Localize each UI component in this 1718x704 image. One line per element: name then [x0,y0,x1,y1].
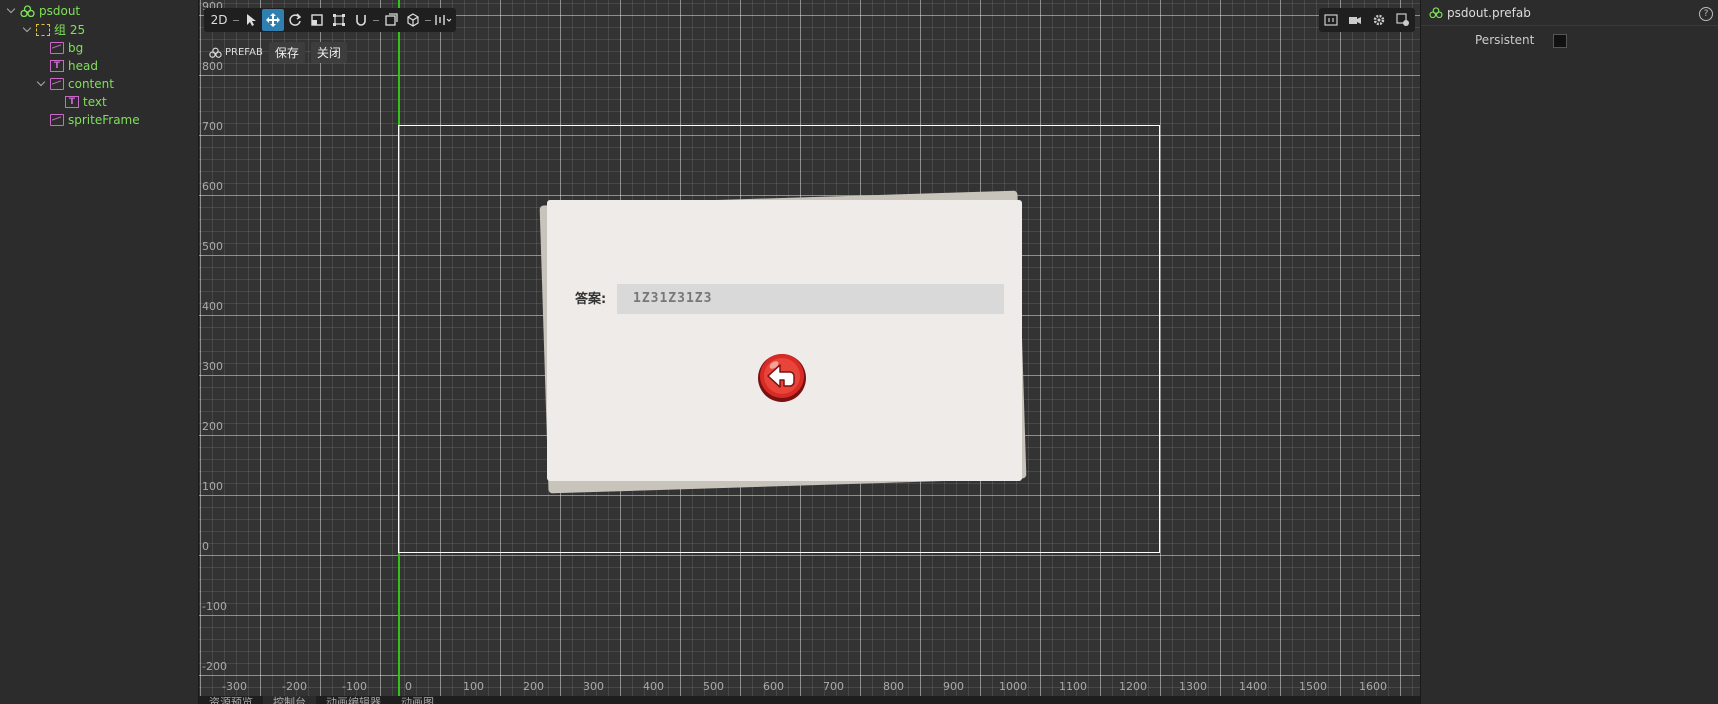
tab-animation-editor[interactable]: 动画编辑器 [316,696,391,704]
prefab-icon [1429,7,1443,18]
align-icon[interactable] [432,9,454,31]
toolbar-divider [373,19,379,21]
answer-field: 1Z31Z31Z3 [617,284,1004,314]
tree-node-label: bg [68,41,84,55]
y-tick-label: 0 [202,540,209,553]
inspector-title: psdout.prefab [1447,5,1531,20]
hierarchy-panel: psdout 组 25 bg head content text spriteF… [0,0,199,704]
y-tick-label: 500 [202,240,223,253]
tree-node-label: text [83,95,107,109]
scene-toolbar: 2D [204,8,456,32]
x-tick-label: 0 [405,680,412,693]
tree-node-label: head [68,59,98,73]
x-tick-label: 500 [703,680,724,693]
persistent-label: Persistent [1475,33,1535,47]
x-tick-label: 200 [523,680,544,693]
x-tick-label: 1200 [1119,680,1147,693]
x-tick-label: 800 [883,680,904,693]
tree-node-label: 组 25 [54,23,86,37]
scene-view[interactable]: 900 800 700 600 500 400 300 200 100 0 -1… [199,0,1420,696]
x-tick-label: 700 [823,680,844,693]
tree-node-label: psdout [39,4,81,18]
sprite-icon [50,114,64,126]
x-tick-label: 1500 [1299,680,1327,693]
answer-label: 答案: [575,292,607,307]
tree-node-group[interactable]: 组 25 [22,21,85,39]
x-tick-label: 600 [763,680,784,693]
scale-tool-icon[interactable] [306,9,328,31]
x-tick-label: 100 [463,680,484,693]
x-tick-label: 1100 [1059,680,1087,693]
close-button[interactable]: 关闭 [310,42,347,63]
y-tick-label: -100 [202,600,227,613]
x-tick-label: 400 [643,680,664,693]
resolution-icon[interactable] [1319,8,1343,32]
y-tick-label: 400 [202,300,223,313]
persistent-checkbox[interactable] [1553,34,1567,48]
label-icon [65,96,79,108]
tree-node-label: content [68,77,114,91]
x-tick-label: 300 [583,680,604,693]
select-tool-icon[interactable] [240,9,262,31]
y-tick-label: 300 [202,360,223,373]
tree-node-text[interactable]: text [65,93,107,111]
tree-node-label: spriteFrame [68,113,140,127]
tree-node-bg[interactable]: bg [50,39,83,57]
sprite-icon [50,78,64,90]
mode-2d-button[interactable]: 2D [206,9,232,31]
tab-console[interactable]: 控制台 [263,696,316,704]
tree-node-spriteframe[interactable]: spriteFrame [50,111,140,129]
bottom-tab-bar: 资源预览 控制台 动画编辑器 动画图 [199,696,1420,704]
label-icon [50,60,64,72]
settings-icon[interactable] [1367,8,1391,32]
back-arrow-button[interactable] [756,351,808,403]
x-tick-label: 1000 [999,680,1027,693]
rotate-tool-icon[interactable] [284,9,306,31]
x-tick-label: -200 [282,680,307,693]
prefab-tag: PREFAB [209,47,263,58]
y-tick-label: 600 [202,180,223,193]
prefab-icon [20,5,35,17]
tree-node-psdout[interactable]: psdout [6,2,80,20]
chevron-down-icon[interactable] [22,21,34,39]
rect-tool-icon[interactable] [328,9,350,31]
y-tick-label: 700 [202,120,223,133]
prefab-edit-bar: PREFAB 保存 关闭 [209,42,347,63]
chevron-down-icon[interactable] [36,75,48,93]
y-tick-label: 200 [202,420,223,433]
x-tick-label: 1400 [1239,680,1267,693]
camera-icon[interactable] [1343,8,1367,32]
chevron-down-icon[interactable] [6,2,18,20]
y-tick-label: -200 [202,660,227,673]
tree-node-content[interactable]: content [36,75,114,93]
sprite-icon [50,42,64,54]
tab-asset-preview[interactable]: 资源预览 [199,696,263,704]
toolbar-divider [233,19,239,21]
inspector-panel: psdout.prefab ? Persistent [1420,0,1718,704]
scene-gizmo-icon[interactable] [1391,8,1415,32]
x-tick-label: 1300 [1179,680,1207,693]
view-tools [1319,8,1415,32]
help-icon[interactable]: ? [1699,7,1713,21]
tree-node-head[interactable]: head [50,57,98,75]
transform-space-icon[interactable] [380,9,402,31]
toolbar-divider [425,19,431,21]
answer-dialog: 答案: 1Z31Z31Z3 [547,200,1022,481]
x-tick-label: 1600 [1359,680,1387,693]
y-tick-label: 100 [202,480,223,493]
tab-animation-graph[interactable]: 动画图 [391,696,444,704]
pivot-icon[interactable] [402,9,424,31]
save-button[interactable]: 保存 [268,42,305,63]
move-tool-icon[interactable] [262,9,284,31]
group-icon [36,24,50,36]
x-tick-label: -300 [222,680,247,693]
inspector-header: psdout.prefab ? [1421,0,1718,26]
prefab-tag-label: PREFAB [225,47,263,58]
x-tick-label: 900 [943,680,964,693]
prefab-icon [209,47,222,58]
snap-icon[interactable] [350,9,372,31]
x-tick-label: -100 [342,680,367,693]
